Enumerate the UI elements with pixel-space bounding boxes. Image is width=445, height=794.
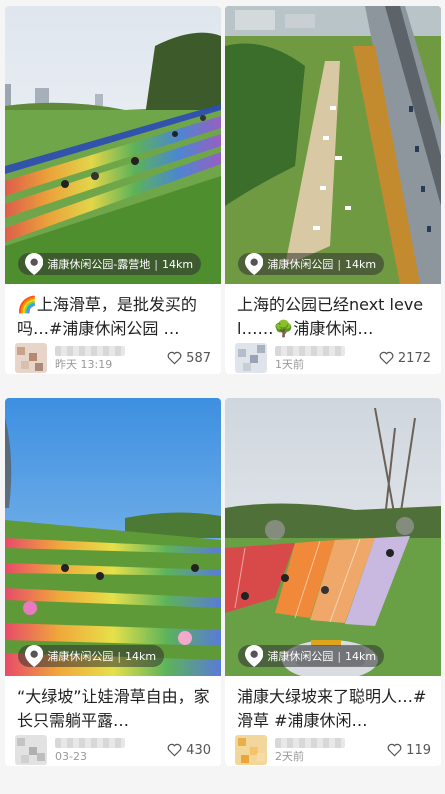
feed-card-2[interactable]: 浦康休闲公园 | 14km 上海的公园已经next level……🌳浦康休闲… … xyxy=(225,6,441,374)
location-tag[interactable]: 浦康休闲公园-露营地 | 14km xyxy=(18,253,202,275)
slide-lanes-photo xyxy=(225,398,441,676)
card-meta: 1天前 2172 xyxy=(225,342,441,374)
like-count: 2172 xyxy=(397,350,431,366)
card-title[interactable]: 上海的公园已经next level……🌳浦康休闲… xyxy=(225,284,441,342)
location-distance: 14km xyxy=(162,257,194,271)
location-tag[interactable]: 浦康休闲公园 | 14km xyxy=(238,645,385,667)
location-distance: 14km xyxy=(125,649,157,663)
like-count: 430 xyxy=(186,742,211,758)
post-date: 03-23 xyxy=(55,749,87,763)
card-image[interactable]: 浦康休闲公园-露营地 | 14km xyxy=(5,6,221,284)
heart-icon xyxy=(379,351,394,365)
location-name: 浦康休闲公园 xyxy=(47,650,114,663)
location-name: 浦康休闲公园 xyxy=(267,258,334,271)
feed-card-1[interactable]: 浦康休闲公园-露营地 | 14km 🌈上海滑草，是批发买的吗…#浦康休闲公园 …… xyxy=(5,6,221,374)
feed-card-4[interactable]: 浦康休闲公园 | 14km 浦康大绿坡来了聪明人…#滑草 #浦康休闲… 2天前 … xyxy=(225,398,441,766)
author-name-blurred[interactable] xyxy=(275,345,345,356)
park-photo-slide xyxy=(5,6,221,284)
avatar[interactable] xyxy=(235,735,267,765)
like-button[interactable]: 430 xyxy=(167,743,211,758)
location-tag[interactable]: 浦康休闲公园 | 14km xyxy=(18,645,165,667)
location-pin-icon xyxy=(245,253,264,275)
card-title[interactable]: 浦康大绿坡来了聪明人…#滑草 #浦康休闲… xyxy=(225,676,441,734)
like-count: 119 xyxy=(406,742,431,758)
post-date: 2天前 xyxy=(275,749,304,763)
green-slope-photo xyxy=(5,398,221,676)
like-count: 587 xyxy=(186,350,211,366)
location-name: 浦康休闲公园-露营地 xyxy=(47,258,151,271)
location-name: 浦康休闲公园 xyxy=(267,650,334,663)
author-name-blurred[interactable] xyxy=(275,737,345,748)
card-image[interactable]: 浦康休闲公园 | 14km xyxy=(5,398,221,676)
author-name-blurred[interactable] xyxy=(55,345,125,356)
author-name-blurred[interactable] xyxy=(55,737,125,748)
card-title[interactable]: 🌈上海滑草，是批发买的吗…#浦康休闲公园 … xyxy=(5,284,221,342)
like-button[interactable]: 587 xyxy=(167,351,211,366)
location-pin-icon xyxy=(245,645,264,667)
post-date: 1天前 xyxy=(275,357,304,371)
feed-card-3[interactable]: 浦康休闲公园 | 14km “大绿坡”让娃滑草自由，家长只需躺平露… 03-23… xyxy=(5,398,221,766)
heart-icon xyxy=(387,743,402,757)
location-pin-icon xyxy=(25,645,44,667)
like-button[interactable]: 2172 xyxy=(379,351,431,366)
card-meta: 2天前 119 xyxy=(225,734,441,766)
location-distance: 14km xyxy=(345,649,377,663)
card-meta: 03-23 430 xyxy=(5,734,221,766)
card-image[interactable]: 浦康休闲公园 | 14km xyxy=(225,6,441,284)
card-title[interactable]: “大绿坡”让娃滑草自由，家长只需躺平露… xyxy=(5,676,221,734)
avatar[interactable] xyxy=(15,343,47,373)
heart-icon xyxy=(167,351,182,365)
avatar[interactable] xyxy=(15,735,47,765)
location-distance: 14km xyxy=(345,257,377,271)
card-image[interactable]: 浦康休闲公园 | 14km xyxy=(225,398,441,676)
avatar[interactable] xyxy=(235,343,267,373)
post-date: 昨天 13:19 xyxy=(55,357,113,371)
like-button[interactable]: 119 xyxy=(387,743,431,758)
location-pin-icon xyxy=(25,253,44,275)
location-tag[interactable]: 浦康休闲公园 | 14km xyxy=(238,253,385,275)
heart-icon xyxy=(167,743,182,757)
card-meta: 昨天 13:19 587 xyxy=(5,342,221,374)
park-aerial-photo xyxy=(225,6,441,284)
